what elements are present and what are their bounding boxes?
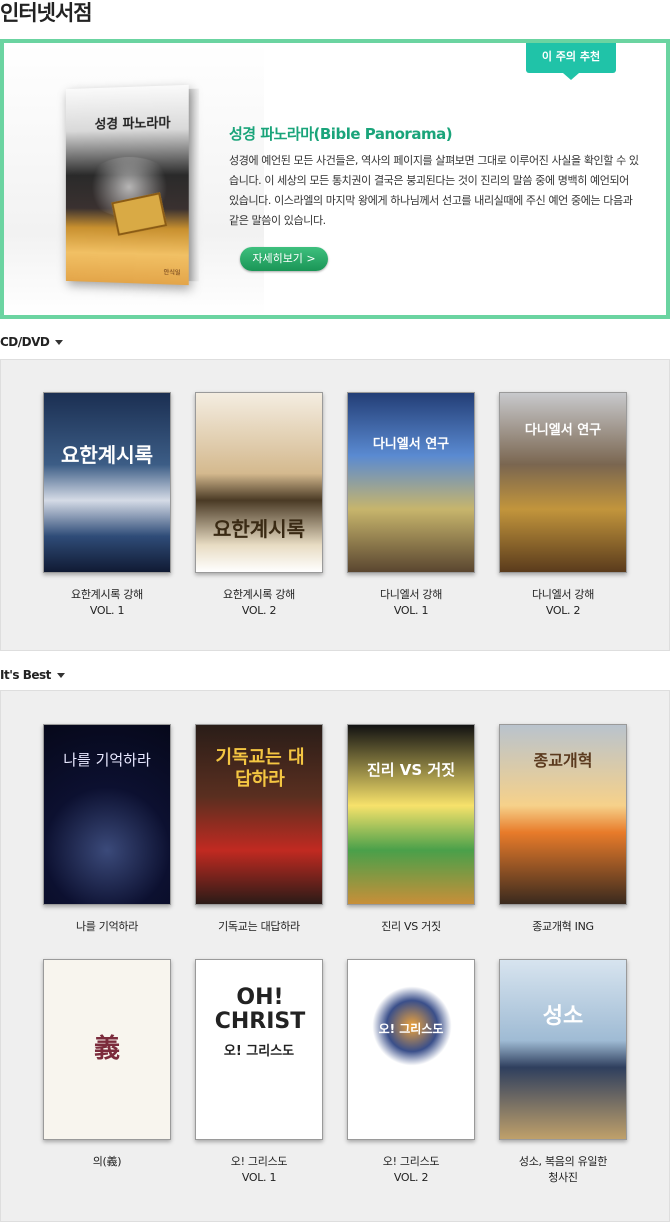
product-item[interactable]: 기독교는 대답하라 기독교는 대답하라 xyxy=(194,724,324,935)
product-cover: 요한계시록 xyxy=(43,392,171,573)
product-title: 오! 그리스도 VOL. 2 xyxy=(346,1154,476,1186)
product-cover: 나를 기억하라 xyxy=(43,724,171,905)
weekly-pick-badge: 이 주의 추천 xyxy=(526,43,616,73)
cover-text: 종교개혁 xyxy=(500,747,626,771)
product-item[interactable]: 요한계시록 요한계시록 강해 VOL. 1 xyxy=(42,392,172,619)
cover-text: 다니엘서 연구 xyxy=(500,419,626,438)
cover-text: 나를 기억하라 xyxy=(44,749,170,770)
view-details-button[interactable]: 자세히보기 > xyxy=(240,247,328,271)
cover-text: 기독교는 대답하라 xyxy=(212,747,308,791)
cd-dvd-panel: 요한계시록 요한계시록 강해 VOL. 1 요한계시록 요한계시록 강해 VOL. … xyxy=(0,359,670,651)
product-item[interactable]: OH! CHRIST 오! 그리스도 오! 그리스도 VOL. 1 xyxy=(194,959,324,1186)
product-title: 다니엘서 강해 VOL. 1 xyxy=(346,587,476,619)
cover-subtext: 오! 그리스도 xyxy=(196,1040,322,1059)
triangle-down-icon xyxy=(55,340,63,345)
product-item[interactable]: 오! 그리스도 오! 그리스도 VOL. 2 xyxy=(346,959,476,1186)
product-title: 오! 그리스도 VOL. 1 xyxy=(194,1154,324,1186)
product-cover: 종교개혁 xyxy=(499,724,627,905)
book-spine xyxy=(189,89,199,282)
cover-text: 다니엘서 연구 xyxy=(348,433,474,452)
product-title: 종교개혁 ING xyxy=(498,919,628,935)
product-item[interactable]: 진리 VS 거짓 진리 VS 거짓 xyxy=(346,724,476,935)
product-title: 요한계시록 강해 VOL. 1 xyxy=(42,587,172,619)
product-cover: 오! 그리스도 xyxy=(347,959,475,1140)
cover-title: 성경 파노라마 xyxy=(95,112,171,133)
cover-text: 진리 VS 거짓 xyxy=(348,759,474,780)
product-cover: 다니엘서 연구 xyxy=(347,392,475,573)
featured-title[interactable]: 성경 파노라마(Bible Panorama) xyxy=(229,123,452,144)
featured-recommendation: 이 주의 추천 성경 파노라마 안식일 성경 파노라마(Bible Panora… xyxy=(0,39,670,319)
cover-text: 요한계시록 xyxy=(196,513,322,542)
product-cover: 義 xyxy=(43,959,171,1140)
cover-text: 義 xyxy=(44,1028,170,1065)
product-title: 진리 VS 거짓 xyxy=(346,919,476,935)
section-heading-best[interactable]: It's Best xyxy=(0,668,65,682)
cover-publisher: 안식일 xyxy=(164,267,181,277)
product-item[interactable]: 다니엘서 연구 다니엘서 강해 VOL. 2 xyxy=(498,392,628,619)
page-title: 인터넷서점 xyxy=(0,0,92,26)
cover-text: OH! CHRIST xyxy=(210,986,310,1034)
product-cover: OH! CHRIST 오! 그리스도 xyxy=(195,959,323,1140)
product-item[interactable]: 성소 성소, 복음의 유일한 청사진 xyxy=(498,959,628,1186)
product-title: 의(義) xyxy=(42,1154,172,1170)
product-title: 나를 기억하라 xyxy=(42,919,172,935)
best-panel: 나를 기억하라 나를 기억하라 기독교는 대답하라 기독교는 대답하라 진리 V… xyxy=(0,690,670,1222)
cover-text: 오! 그리스도 xyxy=(348,1020,474,1037)
featured-description: 성경에 예언된 모든 사건들은, 역사의 페이지를 살펴보면 그대로 이루어진 … xyxy=(229,151,639,231)
product-title: 요한계시록 강해 VOL. 2 xyxy=(194,587,324,619)
product-item[interactable]: 다니엘서 연구 다니엘서 강해 VOL. 1 xyxy=(346,392,476,619)
section-heading-cd-dvd[interactable]: CD/DVD xyxy=(0,335,63,349)
product-item[interactable]: 요한계시록 요한계시록 강해 VOL. 2 xyxy=(194,392,324,619)
section-title: It's Best xyxy=(0,668,51,682)
product-cover: 다니엘서 연구 xyxy=(499,392,627,573)
product-item[interactable]: 종교개혁 종교개혁 ING xyxy=(498,724,628,935)
product-cover: 진리 VS 거짓 xyxy=(347,724,475,905)
cover-art: 성경 파노라마 안식일 xyxy=(66,85,189,285)
product-title: 성소, 복음의 유일한 청사진 xyxy=(498,1154,628,1186)
featured-book-cover[interactable]: 성경 파노라마 안식일 xyxy=(66,85,189,285)
product-cover: 성소 xyxy=(499,959,627,1140)
section-title: CD/DVD xyxy=(0,335,49,349)
product-cover: 기독교는 대답하라 xyxy=(195,724,323,905)
triangle-down-icon xyxy=(57,673,65,678)
product-item[interactable]: 나를 기억하라 나를 기억하라 xyxy=(42,724,172,935)
product-cover: 요한계시록 xyxy=(195,392,323,573)
product-item[interactable]: 義 의(義) xyxy=(42,959,172,1170)
cover-text: 성소 xyxy=(500,998,626,1030)
product-title: 다니엘서 강해 VOL. 2 xyxy=(498,587,628,619)
product-title: 기독교는 대답하라 xyxy=(194,919,324,935)
cover-text: 요한계시록 xyxy=(44,439,170,468)
